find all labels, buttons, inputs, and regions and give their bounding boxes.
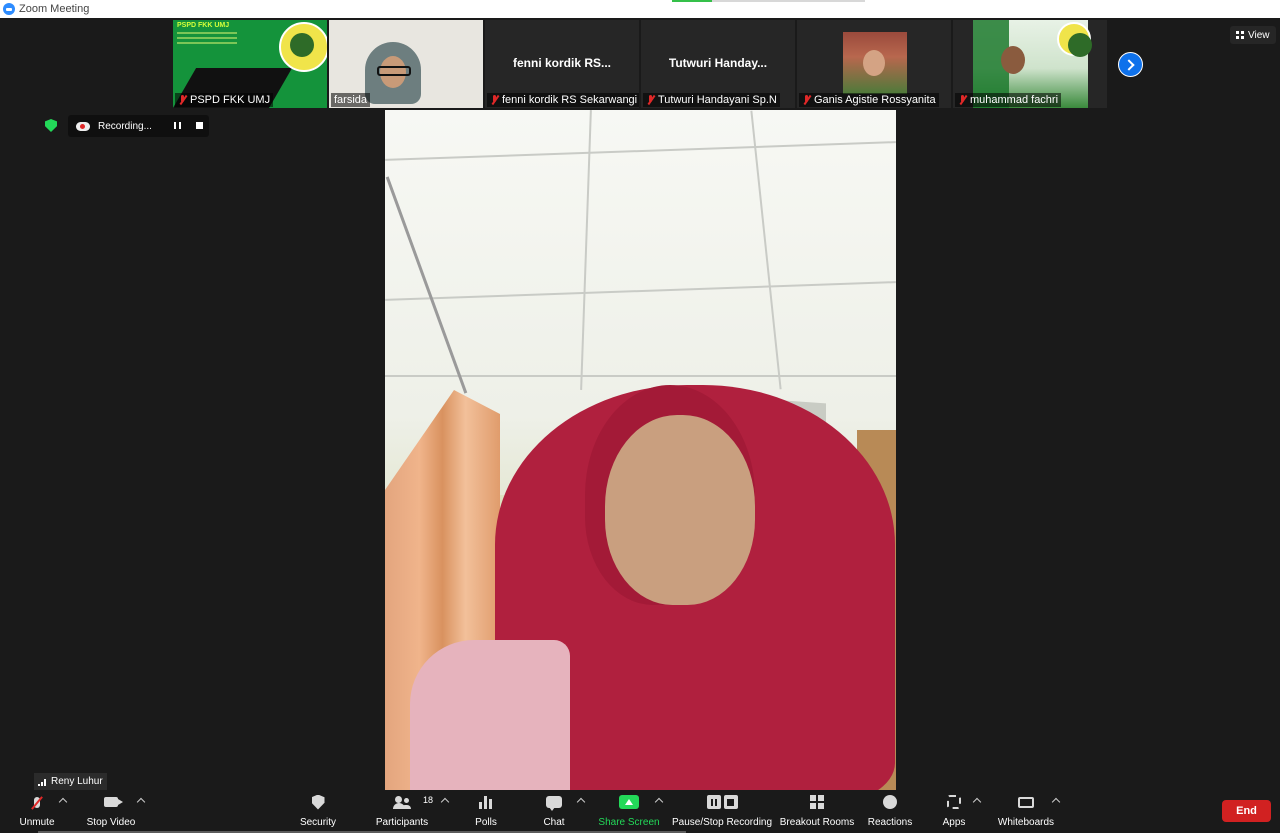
unmute-button[interactable]: Unmute [18,790,56,833]
ceiling-grid-line [385,281,896,301]
polls-icon [479,795,493,809]
ceiling-grid-line [750,110,782,390]
participant-tile[interactable]: fenni kordik RS... fenni kordik RS Sekar… [485,20,639,108]
chat-icon [546,796,562,811]
breakout-rooms-button[interactable]: Breakout Rooms [780,790,854,833]
speaker-bar [712,0,865,2]
camera-icon [104,797,123,807]
participant-name: PSPD FKK UMJ [175,93,274,107]
apps-icon [947,795,961,809]
meeting-toolbar: Unmute Stop Video Security 18 Participan… [0,790,1280,833]
reactions-icon [883,795,897,809]
participant-name: farsida [331,93,371,107]
polls-button[interactable]: Polls [470,790,502,833]
curtain-rod [385,176,468,394]
view-grid-icon [1236,31,1244,39]
slide-text-lines [177,32,237,47]
active-speaker-label: Reny Luhur [34,773,107,790]
security-button[interactable]: Security [296,790,340,833]
mic-off-icon [490,95,499,105]
share-screen-button[interactable]: Share Screen [598,790,660,833]
participants-button[interactable]: 18 Participants [376,790,433,833]
participant-name: muhammad fachri [955,93,1062,107]
window-titlebar: Zoom Meeting [0,0,1280,18]
mic-off-icon [178,95,187,105]
whiteboards-icon [1018,796,1034,808]
participant-title: fenni kordik RS... [512,56,611,70]
security-icon [311,794,325,810]
participants-count: 18 [423,795,434,805]
participants-options-caret[interactable] [440,797,450,807]
university-seal-icon [1057,22,1092,57]
recording-indicator: Recording... [68,115,209,137]
video-options-caret[interactable] [136,797,146,807]
window-title: Zoom Meeting [19,3,90,15]
breakout-rooms-icon [810,795,824,809]
view-button[interactable]: View [1230,26,1276,44]
mic-off-icon [646,95,655,105]
reactions-button[interactable]: Reactions [868,790,912,833]
speaker-shirt [410,640,570,790]
speaker-face [605,415,755,605]
pause-stop-recording-button[interactable]: Pause/Stop Recording [672,790,772,833]
apps-button[interactable]: Apps [940,790,968,833]
audio-options-caret[interactable] [58,797,68,807]
recording-cloud-icon [76,121,90,131]
slide-title: PSPD FKK UMJ [177,22,230,29]
signal-icon [38,777,47,786]
chat-options-caret[interactable] [576,797,586,807]
university-seal-icon [279,22,327,72]
participant-face [1001,46,1025,74]
mic-off-icon [802,95,811,105]
whiteboards-button[interactable]: Whiteboards [996,790,1056,833]
recording-status: Recording... [98,120,152,132]
pause-stop-recording-icon [706,795,738,809]
participant-face [863,50,885,76]
participant-name: fenni kordik RS Sekarwangi [487,93,639,107]
next-page-icon[interactable] [1118,52,1143,77]
end-meeting-button[interactable]: End [1222,800,1271,822]
participants-icon [393,795,411,809]
participant-tile[interactable]: muhammad fachri [953,20,1107,108]
encryption-shield-icon[interactable] [45,119,57,132]
stop-icon[interactable] [196,122,203,129]
talking-indicator [672,0,712,2]
ceiling-grid-line [385,141,896,161]
pause-icon[interactable] [174,122,181,129]
participant-tile[interactable]: Tutwuri Handay... Tutwuri Handayani Sp.N [641,20,795,108]
participant-title: Tutwuri Handay... [668,56,768,70]
apps-options-caret[interactable] [972,797,982,807]
glasses-shape [377,66,411,76]
active-speaker-video [385,110,896,790]
mic-off-icon [958,95,967,105]
participant-tile[interactable]: Ganis Agistie Rossyanita [797,20,951,108]
participant-tile[interactable]: farsida [329,20,483,108]
participant-tile[interactable]: PSPD FKK UMJ PSPD FKK UMJ [173,20,327,108]
stop-video-button[interactable]: Stop Video [86,790,136,833]
chat-button[interactable]: Chat [539,790,569,833]
participant-name: Tutwuri Handayani Sp.N [643,93,780,107]
participant-name: Ganis Agistie Rossyanita [799,93,939,107]
mic-icon [34,796,40,808]
zoom-logo-icon [3,3,15,15]
share-screen-icon [619,795,639,809]
